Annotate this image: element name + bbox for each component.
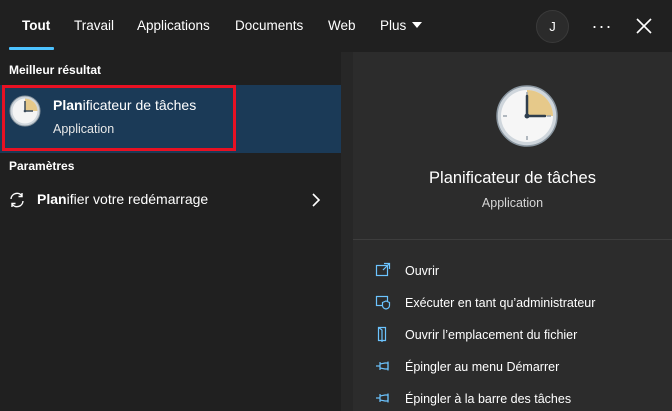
action-pin-to-start[interactable]: Épingler au menu Démarrer (353, 352, 672, 382)
highlight-outline (2, 85, 236, 151)
action-open-label: Ouvrir (405, 264, 440, 278)
details-subtitle: Application (481, 196, 544, 210)
action-run-as-admin-label: Exécuter en tant qu’administrateur (405, 296, 596, 310)
action-run-as-admin[interactable]: Exécuter en tant qu’administrateur (353, 288, 672, 318)
tab-web[interactable]: Web (328, 18, 356, 33)
close-icon[interactable] (634, 16, 654, 36)
action-open-file-location[interactable]: Ouvrir l’emplacement du fichier (353, 320, 672, 350)
results-pane: Meilleur résultat Planificateur de tâche… (0, 52, 341, 411)
settings-result-label-highlight: Plan (37, 191, 67, 207)
divider (353, 239, 672, 240)
clock-icon (496, 85, 558, 147)
avatar[interactable]: J (536, 10, 569, 43)
tab-documents[interactable]: Documents (235, 18, 303, 33)
chevron-right-icon[interactable] (310, 192, 322, 208)
refresh-icon (10, 192, 24, 208)
best-match-heading: Meilleur résultat (9, 63, 102, 77)
action-pin-to-taskbar[interactable]: Épingler à la barre des tâches (353, 384, 672, 411)
search-window: Tout Travail Applications Documents Web … (0, 0, 672, 411)
action-pin-to-taskbar-label: Épingler à la barre des tâches (405, 392, 572, 406)
action-pin-to-start-label: Épingler au menu Démarrer (405, 360, 560, 374)
shield-icon (375, 295, 391, 310)
tab-travail[interactable]: Travail (74, 18, 114, 33)
action-open[interactable]: Ouvrir (353, 256, 672, 286)
search-tab-bar: Tout Travail Applications Documents Web … (0, 0, 672, 52)
action-open-file-location-label: Ouvrir l’emplacement du fichier (405, 328, 578, 342)
tab-tout[interactable]: Tout (22, 18, 50, 33)
details-pane: Planificateur de tâches Application Ouvr… (341, 52, 672, 411)
tab-plus[interactable]: Plus (380, 18, 423, 33)
settings-result-label-rest: ifier votre redémarrage (66, 191, 209, 207)
settings-result-label: Planifier votre redémarrage (37, 191, 208, 207)
caret-down-icon (412, 22, 423, 28)
pin-icon (376, 361, 389, 371)
details-title: Planificateur de tâches (429, 169, 596, 187)
file-location-icon (377, 326, 387, 342)
tab-plus-label: Plus (380, 18, 407, 33)
pin-icon (376, 393, 389, 403)
open-icon (375, 262, 391, 277)
settings-heading: Paramètres (9, 159, 75, 173)
tab-applications[interactable]: Applications (137, 18, 210, 33)
details-card: Planificateur de tâches Application Ouvr… (353, 52, 672, 411)
active-tab-indicator (9, 47, 54, 50)
more-icon[interactable]: ··· (590, 16, 614, 36)
